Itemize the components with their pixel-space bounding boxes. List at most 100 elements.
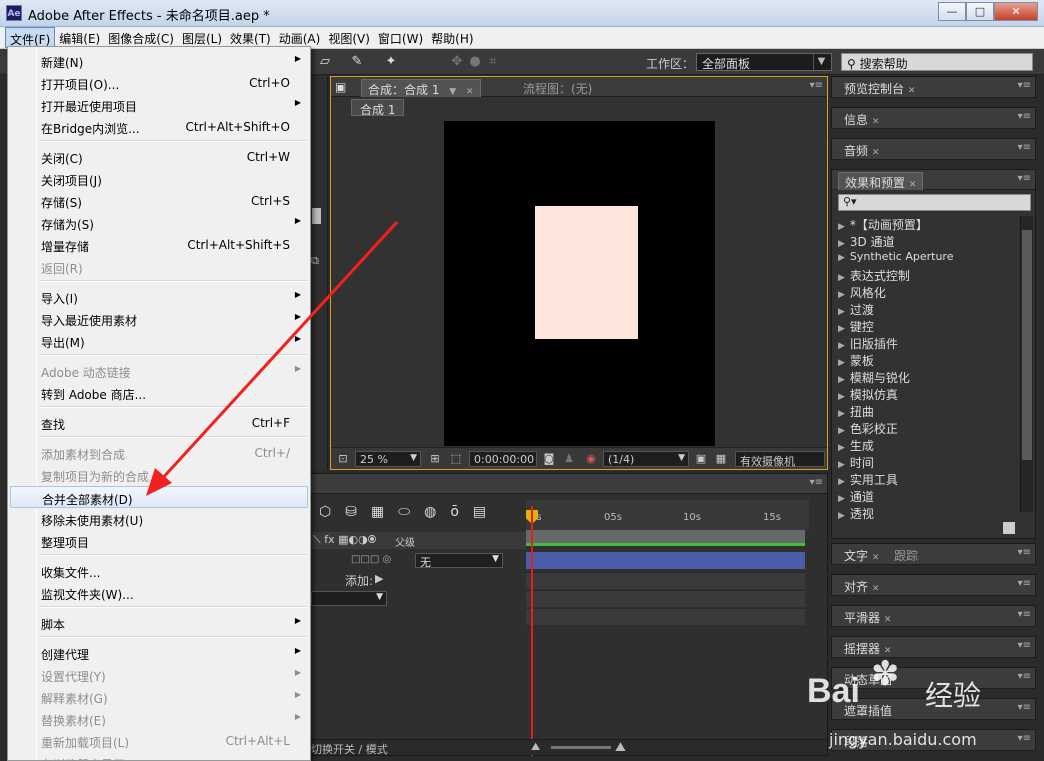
- effects-category-item[interactable]: ▶ 生成: [836, 437, 1019, 454]
- effects-category-item[interactable]: ▶ 蒙板: [836, 352, 1019, 369]
- menu-item-close[interactable]: 关闭(C) Ctrl+W: [10, 146, 308, 168]
- flowchart-icon[interactable]: ⧉: [311, 254, 325, 268]
- panel-menu-icon[interactable]: ▾≡: [1009, 578, 1031, 592]
- panel-menu-icon[interactable]: ▾≡: [1009, 609, 1031, 623]
- tab-effects-presets[interactable]: 效果和预置 ✕: [838, 172, 924, 190]
- expand-triangle-icon[interactable]: ▶: [838, 324, 845, 334]
- tab-align[interactable]: 对齐 ✕: [838, 577, 885, 595]
- toggle-switches-modes[interactable]: 切换开关 / 模式: [311, 741, 388, 757]
- work-area-bar[interactable]: [526, 530, 805, 543]
- menu-help[interactable]: 帮助(H): [427, 27, 477, 48]
- zoom-select[interactable]: 25 % ▼: [355, 451, 421, 467]
- current-time-indicator[interactable]: [531, 506, 533, 756]
- tab-info[interactable]: 信息 ✕: [838, 110, 885, 128]
- panel-menu-icon[interactable]: ▾≡: [1009, 111, 1031, 125]
- timeline-zoom-slider[interactable]: [551, 746, 611, 749]
- tab-audio[interactable]: 音频 ✕: [838, 141, 885, 159]
- effects-category-item[interactable]: ▶ *【动画预置】: [836, 216, 1019, 233]
- menu-item-watch-folder[interactable]: 监视文件夹(W)...: [10, 582, 308, 604]
- transparency-grid-icon[interactable]: ▦: [713, 451, 729, 467]
- resolution-select[interactable]: (1/4) ▼: [603, 451, 689, 467]
- effects-category-item[interactable]: ▶ 时间: [836, 454, 1019, 471]
- minimize-button[interactable]: —: [938, 2, 966, 21]
- active-camera-select[interactable]: 有效摄像机: [735, 451, 825, 468]
- zoom-out-icon[interactable]: ⛰: [531, 740, 540, 754]
- layer-switch-boxes[interactable]: □□□ ◎: [351, 554, 391, 565]
- expand-triangle-icon[interactable]: ▶: [838, 239, 845, 249]
- tab-smoother[interactable]: 平滑器 ✕: [838, 608, 897, 626]
- panel-menu-icon[interactable]: ▾≡: [801, 80, 823, 94]
- menu-animation[interactable]: 动画(A): [275, 27, 325, 48]
- panel-menu-icon[interactable]: ▾≡: [1009, 173, 1031, 187]
- effects-scrollbar[interactable]: [1020, 216, 1033, 512]
- expand-triangle-icon[interactable]: ▶: [838, 290, 845, 300]
- puppet-pin-tool-icon[interactable]: ✦: [382, 53, 400, 71]
- expand-triangle-icon[interactable]: ▶: [838, 511, 845, 521]
- timeline-switches-icons[interactable]: ⬡⛁▦⬭◍ō▤: [319, 504, 500, 520]
- expand-triangle-icon[interactable]: ▶: [838, 222, 845, 232]
- effects-category-item[interactable]: ▶ 模糊与锐化: [836, 369, 1019, 386]
- expand-triangle-icon[interactable]: ▶: [838, 273, 845, 283]
- time-ruler[interactable]: 0s 05s 10s 15s: [526, 500, 809, 530]
- effects-category-item[interactable]: ▶ 模拟仿真: [836, 386, 1019, 403]
- effects-category-item[interactable]: ▶ 色彩校正: [836, 420, 1019, 437]
- effects-category-item[interactable]: ▶ 3D 通道: [836, 233, 1019, 250]
- menu-item-set-proxy[interactable]: 设置代理(Y) ▶: [10, 664, 308, 686]
- snapshot-camera-icon[interactable]: ◙: [541, 451, 557, 467]
- menu-item-new[interactable]: 新建(N) ▶: [10, 50, 308, 72]
- menu-item-find[interactable]: 查找 Ctrl+F: [10, 412, 308, 434]
- panel-menu-icon[interactable]: ▾≡: [801, 477, 823, 491]
- close-icon[interactable]: ✕: [872, 117, 880, 127]
- effects-category-item[interactable]: ▶ 旧版插件: [836, 335, 1019, 352]
- close-icon[interactable]: ✕: [909, 180, 917, 190]
- menu-item-consolidate-all-footage[interactable]: 合并全部素材(D): [10, 486, 308, 508]
- effects-category-item[interactable]: ▶ 透视: [836, 505, 1019, 522]
- layer-duration-bar[interactable]: [526, 552, 805, 569]
- menu-item-open-recent[interactable]: 打开最近使用项目 ▶: [10, 94, 308, 116]
- menu-item-add-footage-to-comp[interactable]: 添加素材到合成 Ctrl+/: [10, 442, 308, 464]
- menu-item-revert[interactable]: 返回(R): [10, 256, 308, 278]
- show-snapshot-icon[interactable]: ♟: [561, 451, 577, 467]
- add-menu-icon[interactable]: ▶: [375, 572, 383, 585]
- parent-select[interactable]: 无 ▼: [415, 553, 503, 569]
- scrollbar-thumb[interactable]: [1022, 230, 1032, 460]
- menu-item-open-project[interactable]: 打开项目(O)... Ctrl+O: [10, 72, 308, 94]
- expand-triangle-icon[interactable]: ▶: [838, 443, 845, 453]
- expand-triangle-icon[interactable]: ▶: [838, 426, 845, 436]
- effects-category-item[interactable]: ▶ 通道: [836, 488, 1019, 505]
- menu-item-browse-in-bridge[interactable]: 在Bridge内浏览... Ctrl+Alt+Shift+O: [10, 116, 308, 138]
- menu-effect[interactable]: 效果(T): [226, 27, 275, 48]
- expand-triangle-icon[interactable]: ▶: [838, 477, 845, 487]
- menu-layer[interactable]: 图层(L): [178, 27, 226, 48]
- menu-item-import[interactable]: 导入(I) ▶: [10, 286, 308, 308]
- menu-item-dynamic-link[interactable]: Adobe 动态链接 ▶: [10, 360, 308, 382]
- close-icon[interactable]: ✕: [884, 615, 892, 625]
- menu-edit[interactable]: 编辑(E): [55, 27, 104, 48]
- close-icon[interactable]: ✕: [872, 584, 880, 594]
- menu-item-replace-footage[interactable]: 替换素材(E) ▶: [10, 708, 308, 730]
- color-channel-icon[interactable]: ◉: [583, 451, 599, 467]
- effects-category-item[interactable]: ▶ 表达式控制: [836, 267, 1019, 284]
- always-preview-icon[interactable]: ⊡: [335, 451, 351, 467]
- menu-item-save-as[interactable]: 存储为(S) ▶: [10, 212, 308, 234]
- composition-canvas[interactable]: [444, 121, 715, 446]
- timecode-display[interactable]: 0:00:00:00: [469, 451, 537, 467]
- tab-tracker[interactable]: 跟踪: [888, 546, 924, 564]
- region-of-interest-icon[interactable]: ▣: [693, 451, 709, 467]
- expand-triangle-icon[interactable]: ▶: [838, 358, 845, 368]
- expand-triangle-icon[interactable]: ▶: [838, 494, 845, 504]
- maximize-button[interactable]: □: [966, 2, 994, 21]
- menu-item-close-project[interactable]: 关闭项目(J): [10, 168, 308, 190]
- close-icon[interactable]: ✕: [872, 148, 880, 158]
- menu-item-adobe-store[interactable]: 转到 Adobe 商店...: [10, 382, 308, 404]
- expand-triangle-icon[interactable]: ▶: [838, 460, 845, 470]
- menu-file[interactable]: 文件(F): [5, 27, 56, 48]
- zoom-in-icon[interactable]: ⛰: [615, 740, 626, 755]
- expand-triangle-icon[interactable]: ▶: [838, 409, 845, 419]
- effects-category-item[interactable]: ▶ Synthetic Aperture: [836, 250, 1019, 267]
- expand-triangle-icon[interactable]: ▶: [838, 375, 845, 385]
- layer-row[interactable]: □□□ ◎ 无 ▼: [311, 552, 526, 569]
- expand-triangle-icon[interactable]: ▶: [838, 253, 845, 263]
- effects-category-item[interactable]: ▶ 风格化: [836, 284, 1019, 301]
- effects-category-item[interactable]: ▶ 键控: [836, 318, 1019, 335]
